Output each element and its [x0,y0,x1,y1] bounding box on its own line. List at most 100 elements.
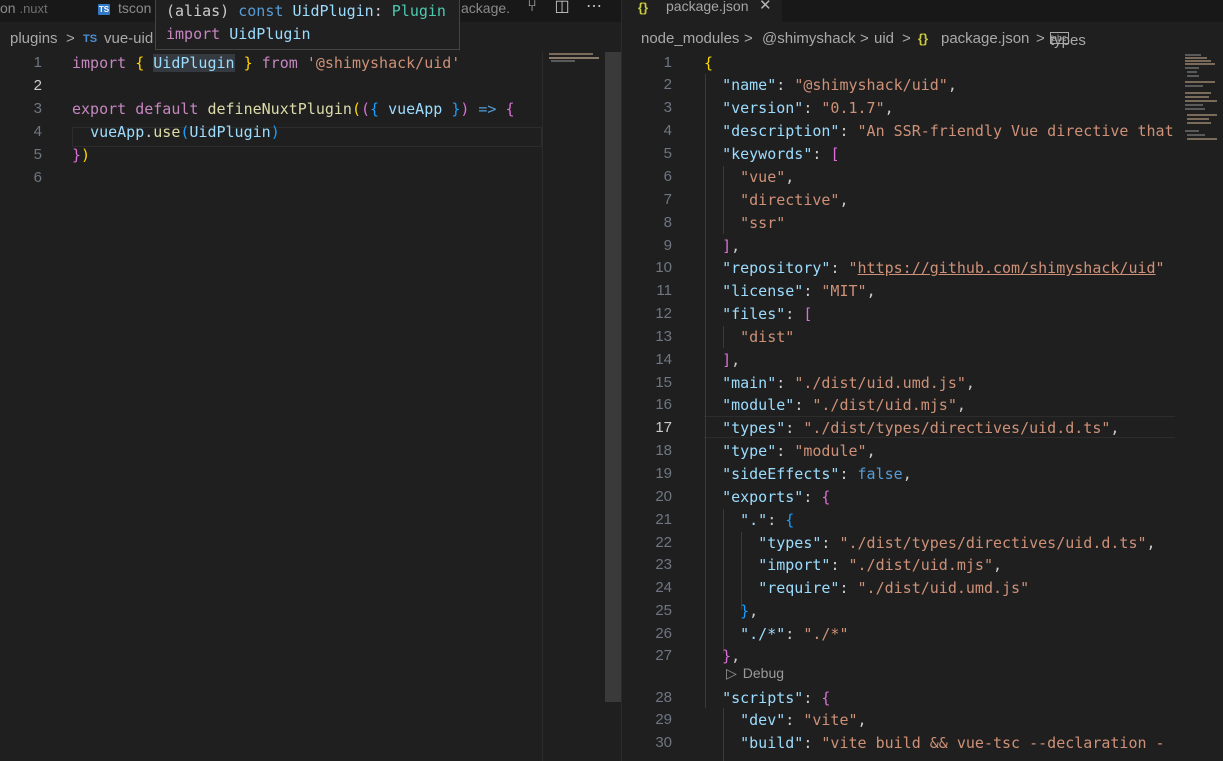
code-line: vueApp.use(UidPlugin) [90,123,280,141]
code-line: export default defineNuxtPlugin(({ vueAp… [72,98,515,120]
tooltip-keyword: import [166,25,230,43]
json-value: "An SSR-friendly Vue directive that [857,122,1174,140]
more-actions-icon[interactable]: ⋯ [583,0,605,19]
line-number: 6 [33,169,42,186]
json-value: false [857,465,903,483]
breadcrumb-item-file[interactable]: package.json [941,30,1029,47]
json-value: "./dist/types/directives/uid.d.ts" [839,534,1147,552]
line-number: 11 [656,282,672,299]
tab-package-json-active[interactable]: {} package.json ✕ [622,0,782,22]
code-line: ], [722,237,741,255]
left-scrollbar-thumb[interactable] [605,52,621,702]
breadcrumb-item-node-modules[interactable]: node_modules [641,30,739,47]
method-use: use [153,123,181,141]
code-line: import { UidPlugin } from '@shimyshack/u… [72,52,460,74]
braces-icon: {} [918,31,929,46]
identifier-uidplugin[interactable]: UidPlugin [153,54,235,72]
paren: ( [351,100,361,118]
code-line: "types": "./dist/types/directives/uid.d.… [758,534,1156,552]
tooltip-keyword: const [238,2,293,20]
tab-label: tscon [118,0,152,16]
breadcrumb-item-uid[interactable]: uid [874,30,894,47]
code-line: }) [72,144,90,166]
line-number: 28 [655,689,672,706]
code-line: "scripts": { [722,689,831,707]
code-line: ], [722,351,741,369]
json-value: "./*" [803,625,849,643]
paren: ( [361,100,371,118]
json-value: "./dist/uid.umd.js" [794,374,966,392]
code-line: "require": "./dist/uid.umd.js" [758,579,1030,597]
tab-folder-hint: .nuxt [19,1,48,16]
brace: { [135,54,145,72]
minimap-right[interactable] [1175,52,1223,761]
line-number: 19 [655,465,672,482]
breadcrumb-separator: > [1036,30,1045,47]
breadcrumb-separator: > [66,30,75,47]
identifier-vueapp: vueApp [90,123,145,141]
json-value: "vite build && vue-tsc --declaration - [821,734,1165,752]
line-number: 8 [663,214,672,231]
tab-tsconfig[interactable]: TS tscon [98,0,151,22]
tooltip-signature: (alias) const UidPlugin: Plugin [166,2,446,20]
line-number: 21 [655,511,672,528]
line-number: 16 [655,396,672,413]
breadcrumb-separator: > [860,30,869,47]
breadcrumb-symbol-label: types [1050,32,1086,49]
line-number: 1 [663,54,672,71]
keyword-default: default [135,100,199,118]
close-icon[interactable]: ✕ [759,0,772,13]
code-line: "repository": "https://github.com/shimys… [722,259,1165,277]
repository-link[interactable]: https://github.com/shimyshack/uid [858,259,1156,277]
code-line: "directive", [740,191,849,209]
code-line: "keywords": [ [722,145,840,163]
tab-package-json[interactable]: ackage. [461,0,510,22]
code-line: "main": "./dist/uid.umd.js", [722,374,975,392]
code-line: "license": "MIT", [722,282,876,300]
code-line: "module": "./dist/uid.mjs", [722,396,966,414]
code-line: "exports": { [722,488,831,506]
codelens-debug[interactable]: ▷ Debug [726,665,784,685]
json-value: "dist" [740,328,795,346]
line-number: 2 [33,77,42,94]
code-line: "./*": "./*" [740,625,849,643]
code-line: "build": "vite build && vue-tsc --declar… [740,734,1165,752]
line-number: 2 [663,76,672,93]
line-number: 5 [33,146,42,163]
tab-label: package.json [666,0,749,14]
right-tab-bar: {} package.json ✕ [622,0,1223,22]
code-line: "description": "An SSR-friendly Vue dire… [722,122,1174,140]
json-value: "@shimyshack/uid" [794,76,948,94]
code-line: "dev": "vite", [740,711,867,729]
tooltip-identifier: UidPlugin [292,2,374,20]
breadcrumb-item-file[interactable]: vue-uid [104,30,153,47]
keyword-export: export [72,100,127,118]
line-number: 1 [33,54,42,71]
tab-nuxt-file[interactable]: on .nuxt [0,0,48,22]
json-value: "./dist/types/directives/uid.d.ts" [803,419,1111,437]
line-number: 12 [655,305,672,322]
json-value: "0.1.7" [821,99,885,117]
code-line: "ssr" [704,212,785,234]
split-editor-icon[interactable]: ◫ [551,0,573,19]
line-number: 22 [655,534,672,551]
source-control-compare-icon[interactable]: ⑂ [521,0,543,19]
typescript-icon: TS [98,4,110,15]
line-number: 27 [655,647,672,664]
brace: } [451,100,461,118]
line-number: 5 [663,145,672,162]
breadcrumb-item-scope[interactable]: @shimyshack [762,30,856,47]
code-editor-left[interactable]: 1 2 3 4 5 6 import { UidPlugin } from '@… [0,52,542,761]
json-value: "module" [794,442,867,460]
line-number: 3 [33,100,42,117]
codelens-label: Debug [742,665,785,681]
code-line: "name": "@shimyshack/uid", [722,76,957,94]
paren: ) [270,123,280,141]
line-number: 4 [33,123,42,140]
line-number: 6 [663,168,672,185]
brace: } [243,54,253,72]
breadcrumb-item-plugins[interactable]: plugins [10,30,58,47]
code-editor-right[interactable]: 1 2 3 4 5 6 7 8 9 10 11 12 13 14 15 16 1… [622,52,1175,761]
minimap-left[interactable] [542,52,605,761]
code-line: "type": "module", [722,442,876,460]
